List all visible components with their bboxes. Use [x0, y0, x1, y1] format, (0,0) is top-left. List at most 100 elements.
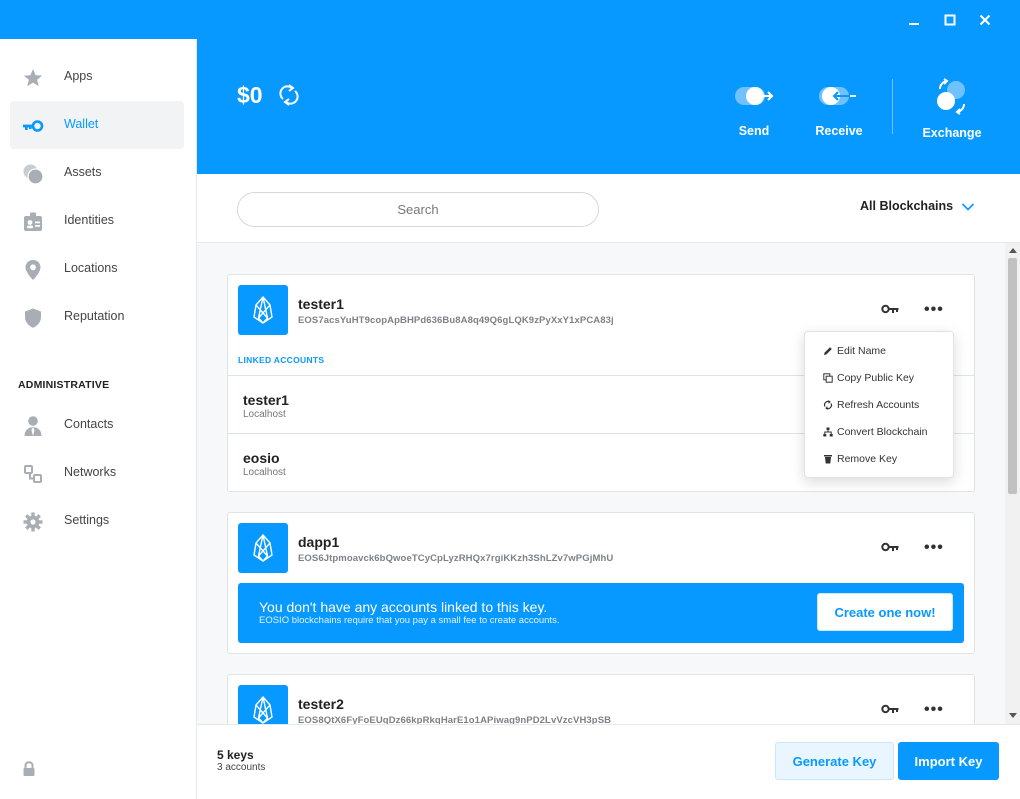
menu-item-label: Remove Key	[837, 453, 898, 465]
no-accounts-title: You don't have any accounts linked to th…	[259, 599, 548, 615]
account-network: Localhost	[243, 467, 286, 478]
header-divider	[892, 79, 893, 134]
coins-icon	[23, 164, 44, 185]
id-card-icon	[24, 212, 42, 231]
import-key-button[interactable]: Import Key	[898, 742, 999, 780]
maximize-icon	[944, 14, 956, 26]
menu-item-refresh-accounts[interactable]: Refresh Accounts	[823, 397, 919, 413]
sidebar-item-settings[interactable]: Settings	[10, 497, 184, 545]
sidebar-item-reputation[interactable]: Reputation	[10, 293, 184, 341]
blockchain-filter[interactable]: All Blockchains	[860, 199, 953, 213]
key-icon[interactable]	[881, 304, 899, 314]
refresh-balance-icon[interactable]	[277, 83, 301, 107]
no-accounts-subtitle: EOSIO blockchains require that you pay a…	[259, 615, 560, 626]
key-card: tester2 EOS8QtX6FyFoEUqDz66kpRkqHarE1o1A…	[227, 674, 975, 724]
menu-item-convert-blockchain[interactable]: Convert Blockchain	[823, 424, 927, 440]
key-name: tester1	[298, 296, 344, 312]
sidebar-item-contacts[interactable]: Contacts	[10, 401, 184, 449]
eos-logo-icon	[238, 285, 288, 335]
sidebar-item-label: Apps	[64, 69, 93, 83]
chevron-down-icon[interactable]	[961, 202, 975, 212]
keys-list: tester1 EOS7acsYuHT9copApBHPd636Bu8A8q49…	[197, 243, 1020, 724]
pencil-icon	[824, 347, 832, 355]
menu-item-label: Refresh Accounts	[837, 399, 920, 411]
sidebar-item-assets[interactable]: Assets	[10, 149, 184, 197]
map-pin-icon	[25, 260, 41, 280]
sidebar-item-label: Assets	[64, 165, 102, 179]
copy-icon	[823, 373, 833, 383]
exchange-icon	[937, 78, 966, 115]
title-bar	[0, 0, 1020, 39]
scroll-up-arrow[interactable]	[1009, 248, 1017, 253]
close-button[interactable]	[975, 10, 995, 30]
footer-bar: 5 keys 3 accounts Generate Key Import Ke…	[197, 724, 1020, 799]
receive-label: Receive	[815, 124, 863, 138]
no-accounts-banner: You don't have any accounts linked to th…	[238, 583, 964, 643]
gear-icon	[23, 512, 43, 532]
lock-icon[interactable]	[22, 761, 36, 777]
menu-item-label: Copy Public Key	[837, 372, 915, 384]
sidebar-item-locations[interactable]: Locations	[10, 245, 184, 293]
send-label: Send	[738, 124, 770, 138]
shield-icon	[25, 308, 41, 328]
generate-key-button[interactable]: Generate Key	[775, 742, 894, 780]
create-account-button[interactable]: Create one now!	[817, 593, 953, 631]
menu-item-copy-public-key[interactable]: Copy Public Key	[823, 370, 914, 386]
balance-amount: $0	[237, 82, 263, 108]
sidebar-item-label: Locations	[64, 261, 118, 275]
send-icon	[735, 87, 774, 105]
sidebar-item-label: Identities	[64, 213, 115, 227]
more-options-button[interactable]: •••	[924, 539, 944, 557]
account-name: tester1	[243, 392, 289, 408]
scroll-down-arrow[interactable]	[1009, 713, 1017, 718]
send-button[interactable]: Send	[734, 79, 774, 138]
more-options-button[interactable]: •••	[924, 701, 944, 719]
menu-item-label: Edit Name	[837, 345, 887, 357]
key-name: dapp1	[298, 534, 340, 550]
scroll-thumb[interactable]	[1008, 258, 1017, 494]
network-icon	[24, 465, 42, 483]
key-name: tester2	[298, 696, 344, 712]
trash-icon	[824, 455, 832, 464]
account-name: eosio	[243, 450, 280, 466]
key-icon[interactable]	[881, 704, 899, 714]
sidebar-item-label: Wallet	[64, 117, 99, 131]
search-input[interactable]	[237, 192, 599, 227]
account-network: Localhost	[243, 409, 286, 420]
key-icon	[23, 120, 44, 132]
sidebar: Apps Wallet Assets Identities Locations …	[0, 39, 197, 799]
sidebar-item-label: Reputation	[64, 309, 125, 323]
minimize-icon	[909, 23, 919, 25]
eos-logo-icon	[238, 523, 288, 573]
eos-logo-icon	[238, 685, 288, 724]
exchange-label: Exchange	[922, 126, 982, 140]
menu-item-label: Convert Blockchain	[837, 426, 928, 438]
more-options-button[interactable]: •••	[924, 301, 944, 319]
key-context-menu: Edit Name Copy Public Key Refresh Accoun…	[804, 331, 954, 478]
keys-count: 5 keys	[217, 748, 254, 762]
scrollbar[interactable]	[1005, 243, 1020, 724]
accounts-count: 3 accounts	[217, 762, 266, 773]
sidebar-item-label: Networks	[64, 465, 117, 479]
public-key: EOS7acsYuHT9copApBHPd636Bu8A8q49Q6gLQK9z…	[298, 315, 614, 326]
minimize-button[interactable]	[904, 10, 924, 30]
menu-item-edit-name[interactable]: Edit Name	[823, 343, 886, 359]
sidebar-item-wallet[interactable]: Wallet	[10, 101, 184, 149]
receive-icon	[819, 87, 856, 105]
sidebar-item-apps[interactable]: Apps	[10, 53, 184, 101]
public-key: EOS8QtX6FyFoEUqDz66kpRkqHarE1o1APiwag9nP…	[298, 715, 612, 724]
exchange-button[interactable]: Exchange	[921, 78, 983, 140]
key-card: dapp1 EOS6Jtpmoavck6bQwoeTCyCpLyzRHQx7rg…	[227, 512, 975, 654]
sidebar-item-label: Contacts	[64, 417, 114, 431]
wallet-header: $0 Send Receive Exchange	[197, 39, 1020, 174]
sidebar-item-identities[interactable]: Identities	[10, 197, 184, 245]
key-icon[interactable]	[881, 542, 899, 552]
admin-heading: ADMINISTRATIVE	[18, 379, 110, 391]
maximize-button[interactable]	[940, 10, 960, 30]
sidebar-item-networks[interactable]: Networks	[10, 449, 184, 497]
sidebar-item-label: Settings	[64, 513, 110, 527]
menu-item-remove-key[interactable]: Remove Key	[823, 451, 897, 467]
refresh-icon	[823, 400, 833, 410]
receive-button[interactable]: Receive	[814, 79, 864, 138]
linked-accounts-heading: LINKED ACCOUNTS	[238, 355, 325, 365]
